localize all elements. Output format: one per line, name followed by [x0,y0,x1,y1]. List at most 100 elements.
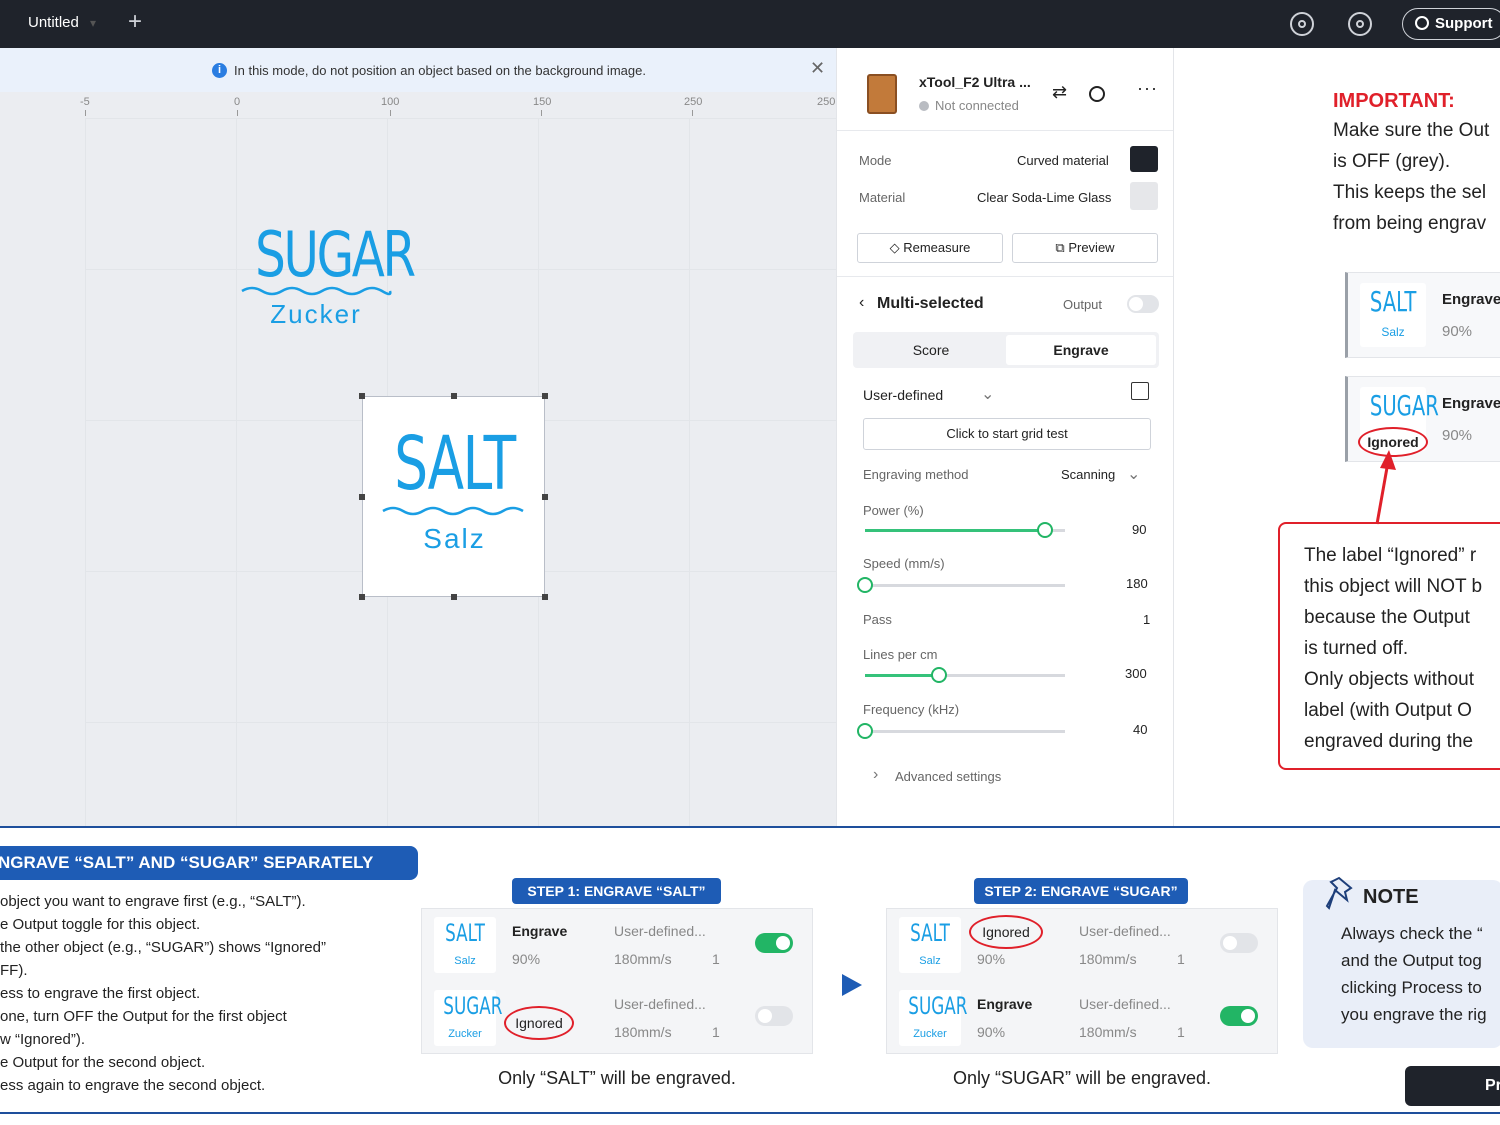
resize-handle[interactable] [542,393,548,399]
ruler-label: 100 [381,96,400,108]
output-toggle-on[interactable] [755,933,793,953]
add-tab-icon[interactable]: + [128,8,142,36]
target-icon[interactable] [1290,12,1314,36]
remeasure-button[interactable]: ◇ Remeasure [857,233,1003,263]
speed-slider-track[interactable] [865,584,1065,587]
lines-slider-knob[interactable] [931,667,947,683]
note-line: clicking Process to [1341,978,1482,997]
speed-value[interactable]: 180 [1126,576,1148,591]
lines-slider-fill [865,674,939,677]
salt-object-selected[interactable]: SALT Salz [359,393,548,600]
important-line: Make sure the Out [1333,120,1490,141]
step1-title: STEP 1: ENGRAVE “SALT” [512,878,721,904]
layer-preset: User-defined... [614,996,706,1012]
power-value[interactable]: 90 [1132,522,1146,537]
resize-handle[interactable] [359,494,365,500]
layer-pass: 1 [712,951,720,967]
more-icon[interactable]: ··· [1137,78,1158,99]
chevron-down-icon[interactable]: ⌄ [1127,464,1140,484]
callout-line: The label “Ignored” r [1304,545,1477,566]
output-toggle[interactable] [1127,295,1159,313]
engraving-method-value[interactable]: Scanning [1061,467,1115,482]
process-tabs: Score Engrave [853,332,1159,368]
instructions-banner: NGRAVE “SALT” AND “SUGAR” SEPARATELY [0,846,418,880]
save-preset-icon[interactable] [1131,382,1149,400]
resize-handle[interactable] [542,594,548,600]
next-arrow-icon [842,974,862,996]
power-slider-knob[interactable] [1037,522,1053,538]
connect-icon[interactable] [1089,86,1105,102]
resize-handle[interactable] [451,594,457,600]
resize-handle[interactable] [451,393,457,399]
top-bar: Untitled ▾ + Support [0,0,1500,48]
sugar-object[interactable]: SUGAR Zucker [238,218,416,330]
red-arrow [1375,450,1396,525]
output-toggle-on[interactable] [1220,1006,1258,1026]
close-icon[interactable]: ✕ [810,58,825,79]
frequency-slider-track[interactable] [865,730,1065,733]
resize-handle[interactable] [542,494,548,500]
advanced-settings-link[interactable]: Advanced settings [895,769,1001,784]
lines-slider-track[interactable] [865,674,1065,677]
curved-mode-icon[interactable] [1130,146,1158,172]
frequency-slider-knob[interactable] [857,723,873,739]
thumb-sub: Salz [454,955,476,967]
chevron-right-icon[interactable]: › [873,766,878,784]
pass-value[interactable]: 1 [1143,612,1150,627]
resize-handle[interactable] [359,393,365,399]
gear-icon[interactable] [1348,12,1372,36]
back-chevron-icon[interactable]: ‹ [859,294,864,312]
tab-dropdown-icon[interactable]: ▾ [90,16,96,30]
output-toggle-off[interactable] [1220,933,1258,953]
tab-score[interactable]: Score [856,335,1006,365]
device-image [867,74,897,114]
lines-per-cm-label: Lines per cm [863,647,938,662]
ruler-label: 250 [817,96,836,108]
layer-row-salt: SALT Salz Ignored 90% User-defined... 180… [887,909,1277,981]
chevron-down-icon[interactable]: ⌄ [981,384,994,404]
tab-engrave[interactable]: Engrave [1006,335,1156,365]
engraving-method-label: Engraving method [863,467,969,482]
switch-device-icon[interactable]: ⇄ [1052,82,1067,103]
step2-title: STEP 2: ENGRAVE “SUGAR” [974,878,1188,904]
preset-select[interactable]: User-defined [863,387,943,403]
important-title: IMPORTANT: [1333,90,1455,112]
material-swatch[interactable] [1130,182,1158,210]
layer-speed: 180mm/s [614,951,672,967]
resize-handle[interactable] [359,594,365,600]
note-line: and the Output tog [1341,951,1482,970]
material-value[interactable]: Clear Soda-Lime Glass [977,190,1111,205]
instruction-steps: object you want to engrave first (e.g., … [0,890,326,1097]
layer-percent: 90% [977,951,1006,967]
lines-per-cm-value[interactable]: 300 [1125,666,1147,681]
card-percent: 90% [1442,323,1473,340]
tab-untitled[interactable]: Untitled [8,0,99,48]
salt-thumbnail: SALT Salz [899,917,961,973]
preview-button[interactable]: ⧉ Preview [1012,233,1158,263]
layer-row-salt: SALT Salz Engrave 90% User-defined... 180… [422,909,812,981]
step-line: one, turn OFF the Output for the first o… [0,1008,287,1025]
layer-pass: 1 [1177,951,1185,967]
output-toggle-off[interactable] [755,1006,793,1026]
speed-slider-knob[interactable] [857,577,873,593]
layer-percent: 90% [512,951,541,967]
power-slider-track[interactable] [865,529,1065,532]
mode-value[interactable]: Curved material [1017,153,1109,168]
salt-thumbnail: SALT Salz [1360,283,1426,347]
frequency-value[interactable]: 40 [1133,722,1147,737]
card-percent: 90% [1442,427,1473,444]
example-card-salt: SALT Salz Engrave 90% [1345,272,1500,358]
grid-test-button[interactable]: Click to start grid test [863,418,1151,450]
layer-row-sugar: SUGAR Zucker Ignored User-defined... 180m… [422,982,812,1054]
process-button[interactable]: Pr [1405,1066,1500,1106]
design-canvas[interactable]: i In this mode, do not position an objec… [0,48,836,826]
sugar-word: SUGAR [255,218,416,291]
callout-line: because the Output [1304,607,1470,628]
note-title: NOTE [1363,886,1419,908]
device-name[interactable]: xTool_F2 Ultra ... [919,74,1031,90]
info-notice: i In this mode, do not position an objec… [0,48,836,92]
callout-line: label (with Output O [1304,700,1472,721]
sugar-thumbnail: SUGAR Zucker [434,990,502,1046]
step-line: the other object (e.g., “SUGAR”) shows “… [0,939,326,956]
support-button[interactable]: Support [1402,8,1500,40]
